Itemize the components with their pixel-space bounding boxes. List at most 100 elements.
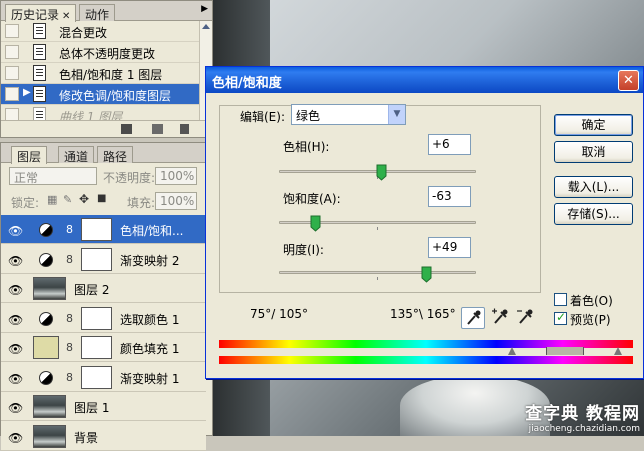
save-button[interactable]: 存储(S)...: [554, 203, 633, 225]
hue-value: +6: [432, 137, 450, 151]
range-left-readout: 75°/ 105°: [250, 307, 309, 321]
eyedropper-plus-icon[interactable]: [489, 307, 513, 329]
visibility-eye-icon[interactable]: 👁: [8, 224, 23, 238]
link-chain-icon[interactable]: 8: [66, 341, 73, 354]
history-item-label: 修改色调/饱和度图层: [59, 89, 172, 103]
preview-label: 预览(P): [570, 313, 611, 327]
adjustment-layer-icon: [39, 252, 53, 267]
layer-mask-thumbnail[interactable]: [81, 336, 112, 359]
history-source-cell[interactable]: [5, 87, 19, 101]
layer-row[interactable]: 👁 8 渐变映射 1: [1, 362, 206, 392]
lock-row: 锁定: ▦ ✎ ✥ ■ 填充: 100%: [1, 189, 212, 213]
visibility-eye-icon[interactable]: 👁: [8, 313, 23, 327]
visibility-eye-icon[interactable]: 👁: [8, 401, 23, 415]
link-chain-icon[interactable]: 8: [66, 223, 73, 236]
history-source-cell[interactable]: [5, 45, 19, 59]
dialog-titlebar[interactable]: 色相/饱和度 ✕: [206, 67, 643, 93]
layer-row[interactable]: 👁 8 色相/饱和...: [1, 215, 206, 244]
save-button-label: 存储(S)...: [567, 207, 620, 221]
tab-channels-label: 通道: [64, 150, 89, 164]
close-button[interactable]: ✕: [618, 70, 639, 91]
visibility-eye-icon[interactable]: 👁: [8, 254, 23, 268]
range-left-handle[interactable]: [508, 347, 516, 355]
visibility-eye-icon[interactable]: 👁: [8, 372, 23, 386]
eyedropper-minus-icon[interactable]: [514, 307, 538, 329]
saturation-slider-track[interactable]: [279, 221, 476, 230]
layer-mask-thumbnail[interactable]: [81, 306, 112, 330]
history-item[interactable]: ▶ 修改色调/饱和度图层: [1, 84, 199, 105]
lock-position-icon[interactable]: ✥: [79, 192, 89, 206]
lock-transparency-icon[interactable]: ▦: [47, 193, 57, 206]
edit-label: 编辑(E):: [240, 110, 285, 124]
lightness-input[interactable]: +49: [428, 237, 471, 258]
watermark-url: jiaocheng.chazidian.com: [528, 424, 640, 434]
visibility-eye-icon[interactable]: 👁: [8, 283, 23, 297]
link-chain-icon[interactable]: 8: [66, 371, 73, 384]
adjustment-layer-icon: [39, 311, 53, 326]
tab-channels[interactable]: 通道: [58, 146, 95, 164]
link-chain-icon[interactable]: 8: [66, 253, 73, 266]
scroll-up-icon[interactable]: [202, 24, 210, 29]
colorize-checkbox[interactable]: [554, 293, 567, 306]
opacity-field[interactable]: 100%: [155, 167, 197, 185]
eyedropper-icon[interactable]: [461, 307, 485, 329]
new-snapshot-icon[interactable]: [152, 124, 163, 134]
layer-row[interactable]: 👁 8 选取颜色 1: [1, 303, 206, 333]
layer-row[interactable]: 👁 8 颜色填充 1: [1, 333, 206, 362]
saturation-slider-thumb[interactable]: [310, 215, 321, 232]
edit-range-select[interactable]: 绿色 ▼: [291, 104, 406, 125]
new-document-from-state-icon[interactable]: [121, 124, 132, 134]
layer-name: 图层 1: [74, 401, 110, 415]
layer-image-thumbnail[interactable]: [33, 395, 66, 418]
link-chain-icon[interactable]: 8: [66, 312, 73, 325]
tab-layers[interactable]: 图层: [11, 146, 48, 164]
range-selector-core[interactable]: [546, 347, 584, 355]
layer-row[interactable]: 👁 8 渐变映射 2: [1, 244, 206, 274]
layer-row[interactable]: 👁 背景: [1, 421, 206, 451]
panel-menu-icon[interactable]: ▶: [201, 4, 208, 14]
saturation-input[interactable]: -63: [428, 186, 471, 207]
blend-options-row: 正常 不透明度: 100%: [1, 164, 212, 188]
visibility-eye-icon[interactable]: 👁: [8, 342, 23, 356]
lock-image-icon[interactable]: ✎: [63, 193, 72, 206]
preview-checkbox[interactable]: [554, 310, 567, 325]
lock-all-icon[interactable]: ■: [97, 193, 106, 204]
cancel-button[interactable]: 取消: [554, 141, 633, 163]
fill-color-swatch[interactable]: [33, 336, 59, 359]
ok-button[interactable]: 确定: [554, 114, 633, 136]
tab-history-label: 历史记录: [11, 8, 60, 22]
lightness-slider-track[interactable]: [279, 271, 476, 280]
layer-row[interactable]: 👁 图层 2: [1, 274, 206, 303]
fill-field[interactable]: 100%: [155, 192, 197, 210]
load-button[interactable]: 载入(L)...: [554, 176, 633, 198]
tab-actions[interactable]: 动作: [79, 4, 116, 22]
lightness-slider-thumb[interactable]: [421, 266, 432, 283]
tab-history[interactable]: 历史记录 ✕: [5, 4, 77, 22]
range-right-readout: 135°\ 165°: [390, 307, 456, 321]
layer-image-thumbnail[interactable]: [33, 424, 66, 448]
history-footer: [1, 120, 212, 137]
history-tabbar: 历史记录 ✕ 动作 ▶: [1, 1, 212, 22]
history-source-cell[interactable]: [5, 66, 19, 80]
tab-paths[interactable]: 路径: [97, 146, 134, 164]
layer-mask-thumbnail[interactable]: [81, 247, 112, 271]
history-item[interactable]: 混合更改: [1, 21, 199, 42]
layer-mask-thumbnail[interactable]: [81, 218, 112, 241]
history-item[interactable]: 色相/饱和度 1 图层: [1, 63, 199, 84]
lightness-value: +49: [432, 240, 458, 254]
range-selector[interactable]: [508, 347, 622, 355]
opacity-label: 不透明度:: [103, 171, 156, 185]
trash-icon[interactable]: [180, 124, 189, 134]
layer-image-thumbnail[interactable]: [33, 277, 66, 300]
layer-mask-thumbnail[interactable]: [81, 365, 112, 389]
layer-row[interactable]: 👁 图层 1: [1, 392, 206, 421]
chevron-down-icon[interactable]: ▼: [388, 105, 405, 124]
history-source-cell[interactable]: [5, 24, 19, 38]
hue-slider-thumb[interactable]: [376, 164, 387, 181]
history-item[interactable]: 总体不透明度更改: [1, 42, 199, 63]
blend-mode-select[interactable]: 正常: [9, 167, 97, 185]
visibility-eye-icon[interactable]: 👁: [8, 431, 23, 445]
range-right-handle[interactable]: [614, 347, 622, 355]
lock-label: 锁定:: [11, 196, 40, 210]
hue-input[interactable]: +6: [428, 134, 471, 155]
